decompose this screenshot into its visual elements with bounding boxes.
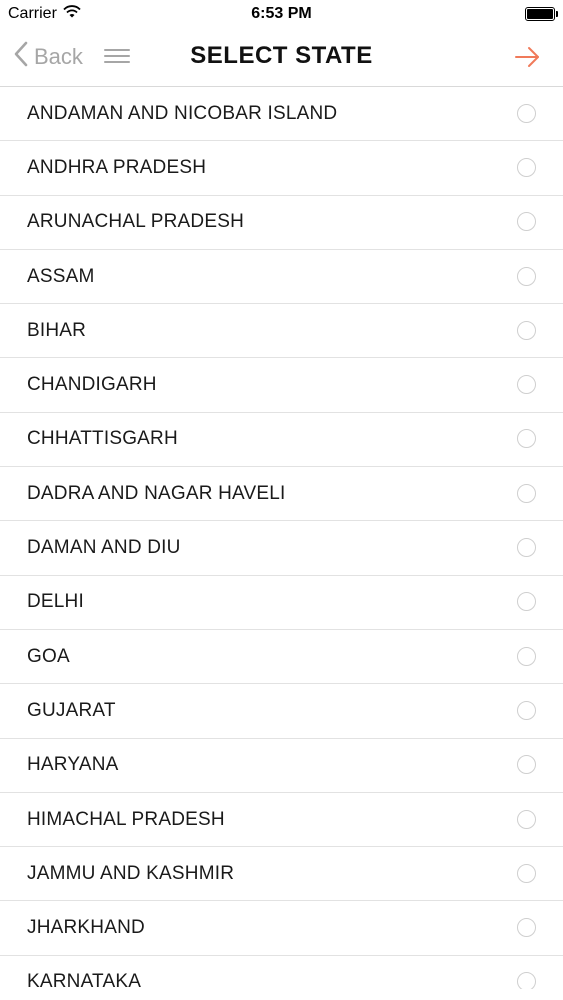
navigation-bar: Back SELECT STATE (0, 28, 563, 87)
state-name: ANDHRA PRADESH (27, 156, 207, 178)
radio-button[interactable] (517, 103, 536, 123)
battery-icon (525, 7, 558, 21)
radio-button[interactable] (517, 700, 536, 720)
radio-button[interactable] (517, 266, 536, 286)
state-name: ARUNACHAL PRADESH (27, 211, 245, 233)
radio-button[interactable] (517, 538, 536, 558)
state-name: JAMMU AND KASHMIR (27, 862, 235, 884)
state-name: BIHAR (27, 319, 87, 341)
radio-button[interactable] (517, 592, 536, 612)
radio-button[interactable] (517, 972, 536, 989)
state-name: HARYANA (27, 754, 119, 776)
radio-button[interactable] (517, 918, 536, 938)
radio-button[interactable] (517, 809, 536, 829)
state-list-item[interactable]: GOA (0, 630, 563, 685)
state-list-item[interactable]: DELHI (0, 576, 563, 630)
radio-button[interactable] (517, 863, 536, 883)
state-list-item[interactable]: BIHAR (0, 304, 563, 359)
state-list-item[interactable]: ANDAMAN AND NICOBAR ISLAND (0, 87, 563, 142)
radio-button[interactable] (517, 375, 536, 395)
state-list-item[interactable]: ANDHRA PRADESH (0, 141, 563, 196)
status-time: 6:53 PM (251, 5, 312, 22)
radio-button[interactable] (517, 320, 536, 340)
state-list-item[interactable]: KARNATAKA (0, 956, 563, 989)
radio-button[interactable] (517, 212, 536, 232)
state-list-item[interactable]: HARYANA (0, 739, 563, 793)
state-list-item[interactable]: CHANDIGARH (0, 358, 563, 413)
radio-button[interactable] (517, 483, 536, 503)
state-name: ASSAM (27, 265, 95, 287)
state-list-item[interactable]: GUJARAT (0, 684, 563, 739)
state-name: JHARKHAND (27, 917, 145, 939)
next-button[interactable] (513, 43, 541, 71)
state-list-item[interactable]: HIMACHAL PRADESH (0, 793, 563, 848)
state-name: ANDAMAN AND NICOBAR ISLAND (27, 102, 338, 124)
radio-button[interactable] (517, 429, 536, 449)
state-list-item[interactable]: DAMAN AND DIU (0, 521, 563, 576)
state-list-item[interactable]: DADRA AND NAGAR HAVELI (0, 467, 563, 522)
page-title: SELECT STATE (190, 42, 373, 69)
state-list-item[interactable]: ASSAM (0, 250, 563, 305)
arrow-right-icon (513, 47, 541, 75)
state-list[interactable]: ANDAMAN AND NICOBAR ISLAND ANDHRA PRADES… (0, 87, 563, 989)
state-name: CHANDIGARH (27, 374, 157, 396)
state-name: DAMAN AND DIU (27, 537, 181, 559)
state-list-item[interactable]: JAMMU AND KASHMIR (0, 847, 563, 902)
state-name: CHHATTISGARH (27, 428, 178, 450)
state-name: HIMACHAL PRADESH (27, 808, 225, 830)
state-name: DELHI (27, 591, 84, 613)
state-name: KARNATAKA (27, 971, 142, 989)
state-list-item[interactable]: CHHATTISGARH (0, 413, 563, 468)
state-name: GOA (27, 645, 70, 667)
radio-button[interactable] (517, 755, 536, 775)
state-name: GUJARAT (27, 699, 116, 721)
status-bar: Carrier 6:53 PM (0, 0, 563, 28)
state-name: DADRA AND NAGAR HAVELI (27, 482, 286, 504)
radio-button[interactable] (517, 646, 536, 666)
state-list-item[interactable]: ARUNACHAL PRADESH (0, 196, 563, 250)
radio-button[interactable] (517, 157, 536, 177)
state-list-item[interactable]: JHARKHAND (0, 901, 563, 956)
